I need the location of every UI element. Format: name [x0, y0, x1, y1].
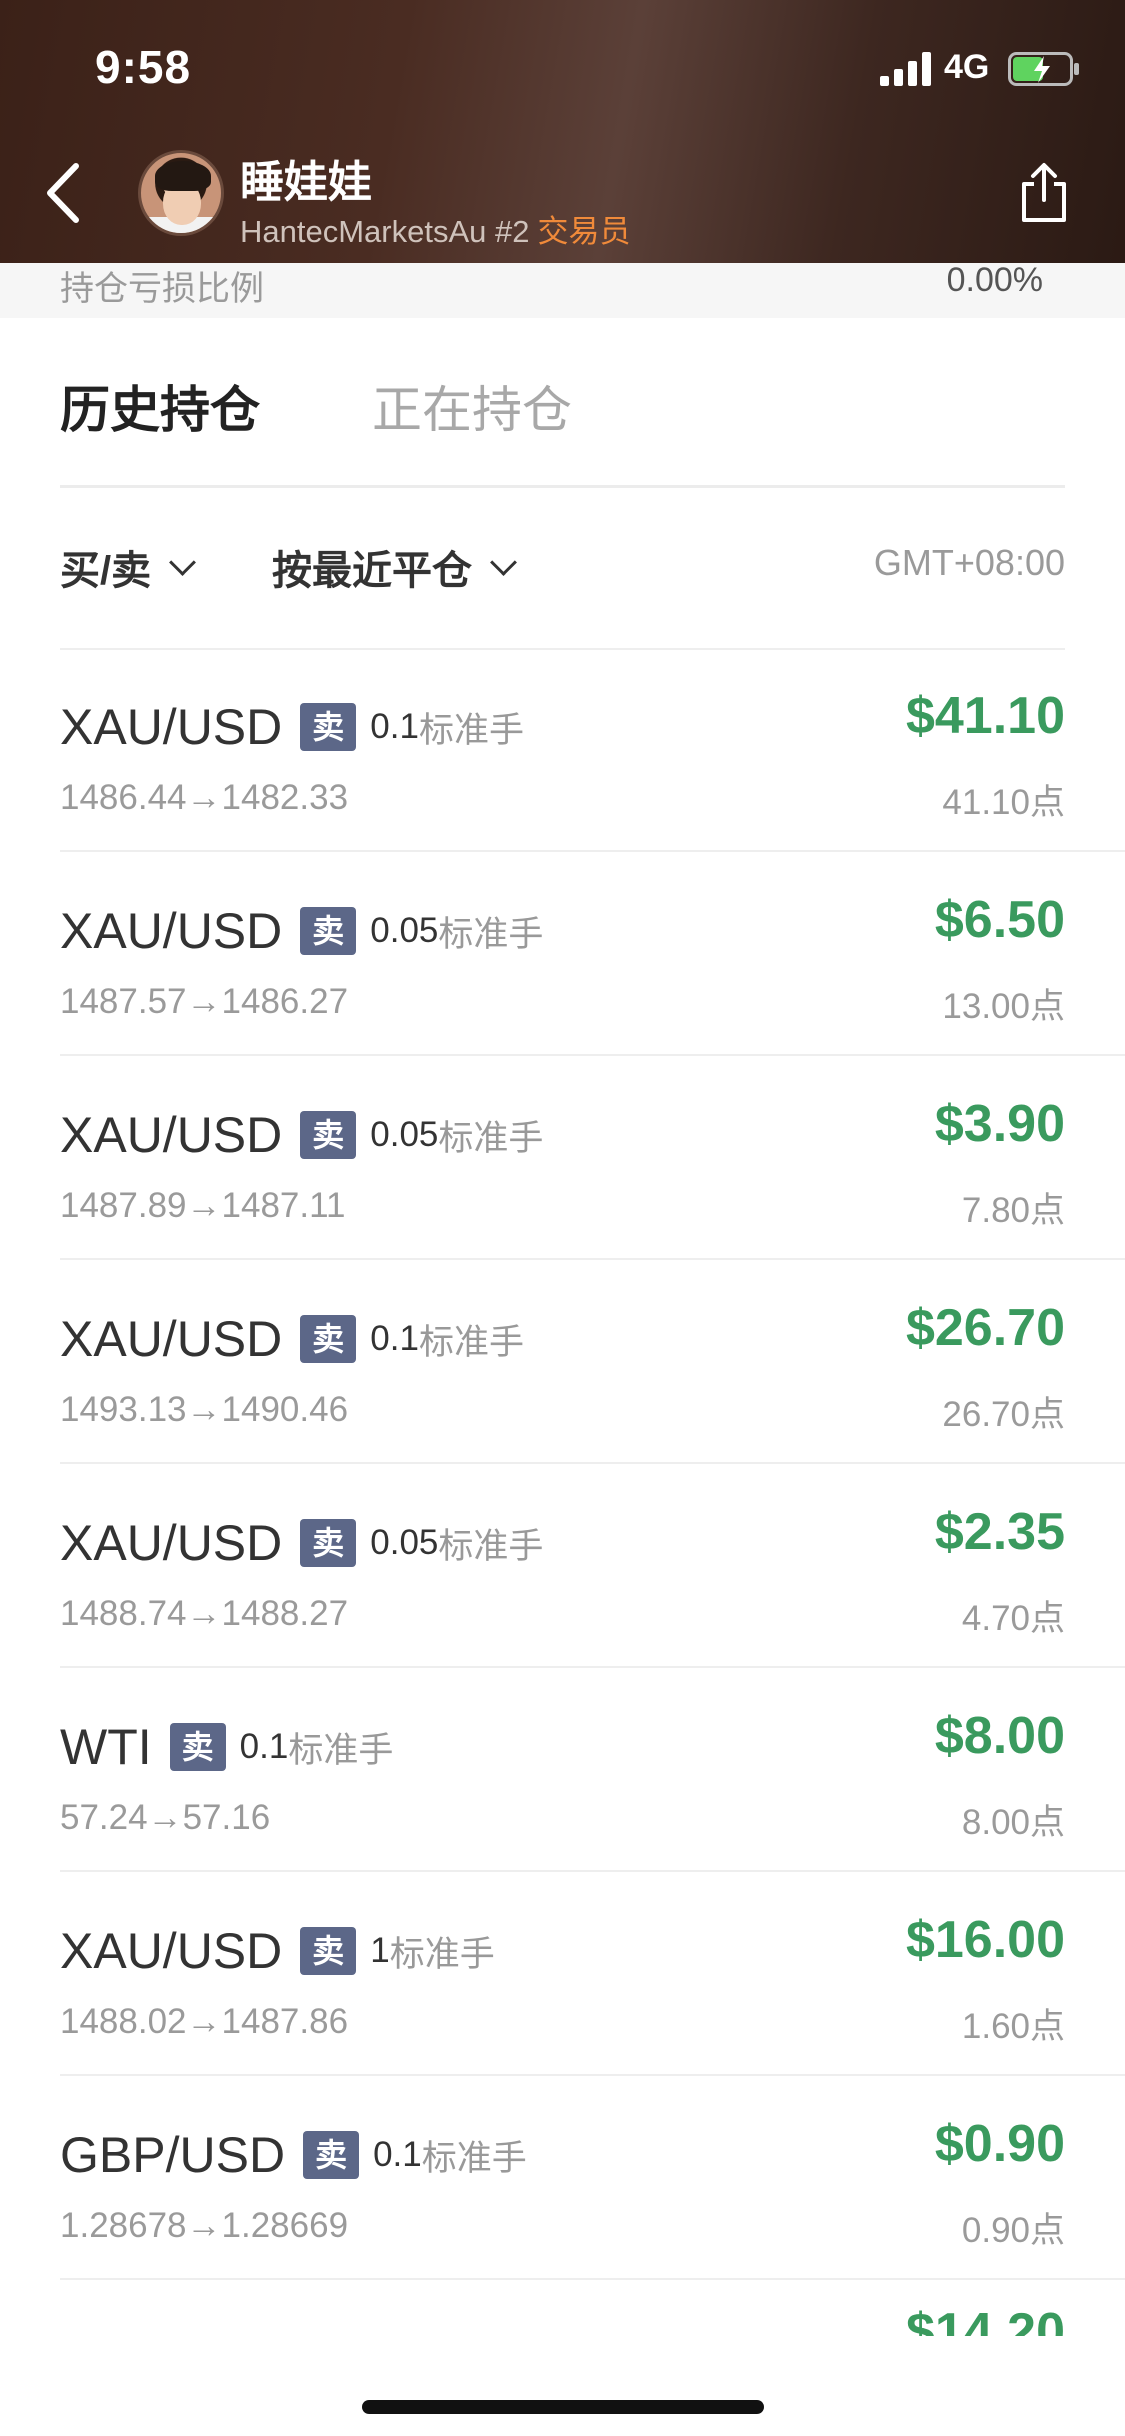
trade-lots: 0.1 [373, 2135, 422, 2174]
home-indicator[interactable] [362, 2400, 764, 2414]
trade-symbol: XAU/USD [60, 1515, 283, 1571]
tab-history-positions[interactable]: 历史持仓 [60, 370, 260, 442]
trade-prices: 1488.02→1487.86 [60, 2002, 349, 2041]
trade-symbol: XAU/USD [60, 1107, 283, 1163]
lots-unit: 标准手 [438, 914, 544, 954]
trade-profit: $3.90 [934, 1095, 1065, 1153]
trade-points: 4.70点 [961, 1599, 1065, 1638]
trade-row[interactable]: XAU/USD 卖 0.1 标准手 1486.44→1482.33 $41.10 41… [60, 648, 1125, 852]
share-icon[interactable] [1016, 160, 1072, 226]
lots-unit: 标准手 [438, 1118, 544, 1158]
side-badge: 卖 [303, 2131, 360, 2179]
side-filter-dropdown[interactable]: 买/卖 [60, 538, 197, 596]
trader-role: 交易员 [537, 214, 631, 249]
broker-account: HantecMarketsAu #2 [240, 214, 530, 249]
trade-profit: $26.70 [905, 1299, 1065, 1357]
trade-symbol: XAU/USD [60, 699, 283, 755]
summary-value: 0.00% [946, 263, 1043, 299]
summary-strip: 持仓亏损比例 0.00% [0, 263, 1125, 318]
battery-charging-icon [1008, 52, 1079, 86]
lots-unit: 标准手 [418, 1322, 524, 1362]
trade-symbol: GBP/USD [60, 2127, 286, 2183]
chevron-down-icon [169, 548, 197, 576]
side-badge: 卖 [300, 907, 357, 955]
trader-subtitle: HantecMarketsAu #2 交易员 [240, 206, 630, 251]
side-filter-label: 买/卖 [60, 549, 152, 593]
trade-points: 8.00点 [961, 1803, 1065, 1842]
side-badge: 卖 [300, 703, 357, 751]
status-time: 9:58 [95, 41, 192, 93]
trade-row[interactable]: XAU/USD 卖 0.05 标准手 1488.74→1488.27 $2.35 4.… [60, 1464, 1125, 1668]
trade-lots: 0.05 [370, 911, 439, 950]
partial-trade-profit: $14.20 [905, 2306, 1065, 2336]
side-badge: 卖 [300, 1519, 357, 1567]
trade-points: 7.80点 [961, 1191, 1065, 1230]
trade-lots: 1 [370, 1931, 390, 1970]
trade-points: 26.70点 [942, 1395, 1065, 1434]
trade-profit: $2.35 [934, 1503, 1065, 1561]
filter-row: 买/卖 按最近平仓 GMT+08:00 [60, 538, 1065, 650]
trade-profit: $0.90 [934, 2115, 1065, 2173]
trade-row[interactable]: XAU/USD 卖 0.1 标准手 1493.13→1490.46 $26.70 26… [60, 1260, 1125, 1464]
trade-points: 1.60点 [961, 2007, 1065, 2046]
trade-prices: 1488.74→1488.27 [60, 1594, 349, 1633]
trade-row[interactable]: XAU/USD 卖 1 标准手 1488.02→1487.86 $16.00 1.60… [60, 1872, 1125, 2076]
bottom-safe-area [0, 2336, 1125, 2436]
lots-unit: 标准手 [438, 1526, 544, 1566]
side-badge: 卖 [300, 1315, 357, 1363]
position-tabs: 历史持仓 正在持仓 [60, 360, 1065, 488]
network-type: 4G [944, 48, 990, 86]
side-badge: 卖 [300, 1927, 357, 1975]
timezone-label: GMT+08:00 [873, 542, 1065, 583]
trade-symbol: XAU/USD [60, 1923, 283, 1979]
trade-points: 13.00点 [942, 987, 1065, 1026]
lots-unit: 标准手 [421, 2138, 527, 2178]
trade-prices: 1.28678→1.28669 [60, 2206, 349, 2245]
trade-profit: $6.50 [934, 891, 1065, 949]
side-badge: 卖 [300, 1111, 357, 1159]
trader-avatar[interactable] [138, 150, 224, 236]
trade-lots: 0.05 [370, 1115, 439, 1154]
summary-label: 持仓亏损比例 [60, 270, 264, 308]
trade-lots: 0.05 [370, 1523, 439, 1562]
trade-lots: 0.1 [370, 1319, 419, 1358]
trade-lots: 0.1 [239, 1727, 289, 1766]
lots-unit: 标准手 [418, 710, 524, 750]
trade-profit: $8.00 [934, 1707, 1065, 1765]
sort-filter-dropdown[interactable]: 按最近平仓 [272, 538, 517, 596]
trade-prices: 57.24→57.16 [60, 1798, 271, 1837]
trade-list: XAU/USD 卖 0.1 标准手 1486.44→1482.33 $41.10 41… [60, 648, 1125, 2280]
trade-lots: 0.1 [370, 707, 419, 746]
trade-symbol: WTI [60, 1719, 152, 1775]
trade-points: 0.90点 [961, 2211, 1065, 2250]
tab-open-positions[interactable]: 正在持仓 [372, 370, 572, 442]
sort-filter-label: 按最近平仓 [272, 549, 472, 593]
trade-row[interactable]: WTI 卖 0.1 标准手 57.24→57.16 $8.00 8.00点 [60, 1668, 1125, 1872]
trade-prices: 1487.57→1486.27 [60, 982, 349, 1021]
trade-row[interactable]: GBP/USD 卖 0.1 标准手 1.28678→1.28669 $0.90 0.9… [60, 2076, 1125, 2280]
trade-symbol: XAU/USD [60, 1311, 283, 1367]
status-bar: 9:58 4G [0, 0, 1125, 130]
trade-row[interactable]: XAU/USD 卖 0.05 标准手 1487.57→1486.27 $6.50 13… [60, 852, 1125, 1056]
trade-symbol: XAU/USD [60, 903, 283, 959]
trade-profit: $16.00 [905, 1911, 1065, 1969]
lots-unit: 标准手 [288, 1730, 394, 1770]
trade-points: 41.10点 [942, 783, 1065, 822]
trade-row[interactable]: XAU/USD 卖 0.05 标准手 1487.89→1487.11 $3.90 7.… [60, 1056, 1125, 1260]
chevron-down-icon [490, 548, 517, 576]
trader-name: 睡娃娃 [240, 158, 372, 207]
trade-prices: 1487.89→1487.11 [60, 1186, 346, 1225]
trade-profit: $41.10 [905, 687, 1065, 745]
lots-unit: 标准手 [389, 1934, 495, 1974]
cellular-signal-icon [880, 52, 931, 86]
back-icon[interactable] [38, 158, 88, 228]
trade-prices: 1486.44→1482.33 [60, 778, 349, 817]
app-header: 9:58 4G 睡娃娃 HantecMarketsAu #2 交易员 [0, 0, 1125, 263]
trade-prices: 1493.13→1490.46 [60, 1390, 349, 1429]
side-badge: 卖 [169, 1723, 226, 1771]
